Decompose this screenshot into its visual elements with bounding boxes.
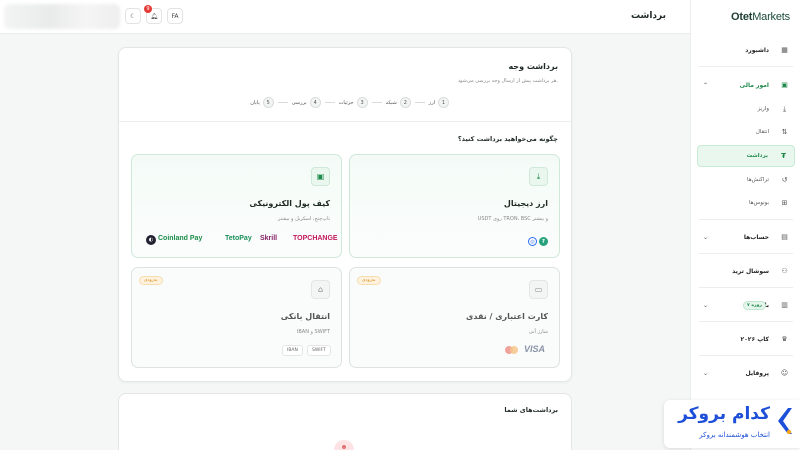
chevron-down-icon: ⌄ [703, 369, 709, 377]
empty-state-icon [334, 440, 354, 450]
bell-icon: 🔔︎ [150, 12, 158, 20]
chevron-down-icon: ⌄ [703, 233, 709, 241]
top-bar: ☾ 9 🔔︎ FA برداشت [0, 0, 690, 34]
bank-icon: ⌂ [311, 280, 330, 299]
watermark-logo: کدام بروکر انتخاب هوشمندانه بروکر [664, 400, 800, 448]
sidebar-item-transactions[interactable]: ↺ تراکنش‌ها [697, 169, 795, 191]
transfer-icon: ⇅ [781, 128, 788, 136]
notification-badge: 9 [144, 5, 152, 13]
step-1: 1 ارز [429, 97, 449, 108]
history-icon: ↺ [781, 176, 788, 184]
sidebar-item-cup[interactable]: ♛ کاپ ۲۰۲۶ [697, 328, 795, 350]
wallet-icon: ▣ [781, 81, 788, 89]
sidebar-item-accounts[interactable]: ⌄ ▤ حساب‌ها [697, 226, 795, 248]
option-card[interactable]: به‌زودی ▭ کارت اعتباری / نقدی شارژ آنی V… [349, 267, 560, 368]
logo[interactable]: OtetMarkets [731, 11, 790, 23]
option-bank[interactable]: به‌زودی ⌂ انتقال بانکی IBAN و SWIFT SWIF… [131, 267, 342, 368]
sidebar: OtetMarkets ▦ داشبورد ⌃ ▣ امور مالی ⤓ وا… [690, 0, 800, 450]
step-5: 5 پایان [250, 97, 274, 108]
notifications-button[interactable]: 9 🔔︎ [144, 5, 162, 24]
language-label: FA [171, 12, 179, 20]
brand-visa: VISA [524, 344, 546, 354]
network-icon: ◎ [528, 237, 537, 246]
brand-topchange: TOPCHANGE [293, 235, 338, 242]
sidebar-item-markets[interactable]: ⌄ ۷ روزه ▥ بازارها [697, 294, 795, 316]
page-title: برداشت [630, 11, 666, 21]
chart-icon: ▥ [781, 301, 788, 309]
withdraw-card: برداشت وجه هر برداشت پیش از ارسال وجه بر… [118, 47, 572, 382]
gift-icon: ⊞ [781, 199, 788, 207]
deposit-icon: ⤓ [782, 104, 787, 113]
card-title: برداشت وجه [508, 62, 558, 71]
sidebar-item-withdraw[interactable]: ₮ برداشت [697, 145, 795, 167]
language-button[interactable]: FA [167, 8, 183, 24]
user-icon: ☺ [780, 369, 789, 377]
step-3: 3 جزئیات [339, 97, 368, 108]
soon-badge: به‌زودی [357, 276, 381, 285]
mastercard-icon [505, 346, 518, 354]
brand-skrill: Skrill [260, 235, 278, 242]
sidebar-item-deposit[interactable]: ⤓ واریز [697, 98, 795, 120]
option-crypto[interactable]: ⤓ ارز دیجیتال USDT روی TRON، BSC و بیشتر… [349, 154, 560, 258]
brand-tetopay: TetoPay [225, 235, 252, 242]
sidebar-item-transfer[interactable]: ⇅ انتقال [697, 121, 795, 143]
arrow-logo-icon [778, 408, 792, 434]
theme-toggle-button[interactable]: ☾ [125, 8, 141, 24]
soon-badge: به‌زودی [139, 276, 163, 285]
usdt-icon: ₮ [539, 237, 548, 246]
stepper: 1 ارز 2 شبکه 3 جزئیات 4 بررسی 5 پایان [250, 97, 449, 108]
sidebar-item-bonuses[interactable]: ⊞ بونوس‌ها [697, 192, 795, 214]
credit-card-icon: ▭ [529, 280, 548, 299]
user-info-blurred[interactable] [4, 4, 120, 29]
history-title: برداشت‌های شما [504, 406, 558, 414]
markets-badge: ۷ روزه [743, 300, 766, 310]
wallet-icon: ▣ [311, 167, 330, 186]
chip-swift: SWIFT [307, 345, 331, 356]
method-question: چگونه می‌خواهید برداشت کنید؟ [457, 135, 558, 143]
sidebar-item-profile[interactable]: ⌄ ☺ پروفایل [697, 362, 795, 384]
coinland-logo-icon: ◐ [146, 235, 156, 245]
sidebar-item-social-trade[interactable]: ⚇ سوشال ترید [697, 260, 795, 282]
step-4: 4 بررسی [292, 97, 321, 108]
withdraw-icon: ₮ [781, 152, 786, 160]
step-2: 2 شبکه [386, 97, 411, 108]
option-ewallet[interactable]: ▣ کیف پول الکترونیکی تاپ‌چنج، اسکریل و ب… [131, 154, 342, 258]
brand-coinland-pay: Coinland Pay [158, 235, 203, 242]
accounts-icon: ▤ [781, 233, 788, 241]
users-icon: ⚇ [781, 267, 788, 275]
sidebar-item-dashboard[interactable]: ▦ داشبورد [697, 39, 795, 61]
history-card: برداشت‌های شما [118, 393, 572, 450]
trophy-icon: ♛ [781, 335, 788, 343]
card-subtitle: هر برداشت پیش از ارسال وجه بررسی می‌شود. [457, 78, 558, 84]
sidebar-item-financial[interactable]: ⌃ ▣ امور مالی [697, 74, 795, 96]
download-icon: ⤓ [529, 167, 548, 186]
chevron-up-icon: ⌃ [703, 81, 709, 89]
grid-icon: ▦ [781, 46, 788, 54]
chevron-down-icon: ⌄ [703, 301, 709, 309]
chip-iban: IBAN [282, 345, 303, 356]
moon-icon: ☾ [130, 12, 136, 20]
